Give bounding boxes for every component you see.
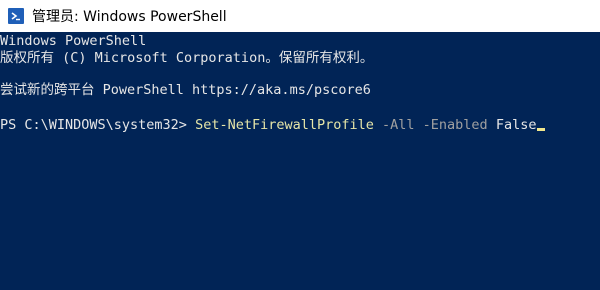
powershell-icon (8, 8, 24, 24)
title-bar[interactable]: 管理员: Windows PowerShell (0, 0, 600, 32)
console-area[interactable]: Windows PowerShell 版权所有 (C) Microsoft Co… (0, 32, 600, 290)
command-name: Set-NetFirewallProfile (195, 117, 374, 133)
banner-line-1: Windows PowerShell (0, 33, 147, 49)
prompt-text: PS C:\WINDOWS\system32> (0, 117, 196, 133)
command-line[interactable]: PS C:\WINDOWS\system32> Set-NetFirewallP… (0, 117, 546, 133)
window-title: 管理员: Windows PowerShell (32, 9, 227, 25)
banner-line-2: 版权所有 (C) Microsoft Corporation。保留所有权利。 (0, 50, 374, 66)
param-all: -All (373, 117, 415, 133)
param-enabled: -Enabled (414, 117, 488, 133)
banner-line-3: 尝试新的跨平台 PowerShell https://aka.ms/pscore… (0, 82, 371, 98)
powershell-window: 管理员: Windows PowerShell Windows PowerShe… (0, 0, 600, 290)
param-value: False (487, 117, 537, 133)
text-cursor (537, 128, 546, 131)
